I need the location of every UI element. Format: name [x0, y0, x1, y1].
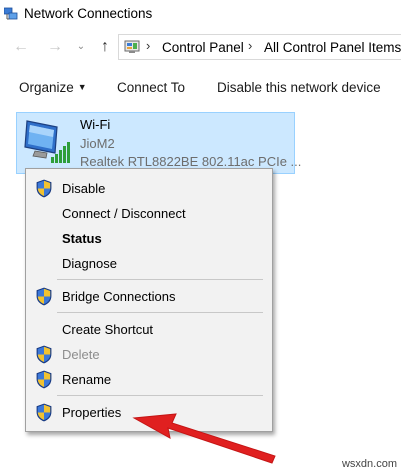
- menu-separator: [57, 279, 263, 280]
- menu-item-disable[interactable]: Disable: [28, 176, 270, 200]
- command-bar: Organize ▼ Connect To Disable this networ…: [0, 72, 401, 104]
- context-menu: Disable Connect / Disconnect Status Diag…: [25, 168, 273, 432]
- wifi-connection-item[interactable]: Wi-Fi JioM2 Realtek RTL8822BE 802.11ac P…: [16, 112, 301, 174]
- breadcrumb-separator-icon: ›: [146, 38, 151, 53]
- uac-shield-icon: [36, 370, 52, 389]
- network-connections-icon: [4, 7, 18, 20]
- menu-item-create-shortcut[interactable]: Create Shortcut: [28, 317, 270, 341]
- menu-item-properties[interactable]: Properties: [28, 400, 270, 424]
- menu-item-label: Status: [62, 231, 102, 246]
- menu-separator: [57, 395, 263, 396]
- menu-item-label: Create Shortcut: [62, 322, 154, 337]
- breadcrumb-control-panel[interactable]: Control Panel: [162, 40, 244, 55]
- address-box[interactable]: › Control Panel › All Control Panel Item…: [118, 34, 401, 60]
- connection-ssid: JioM2: [80, 136, 115, 151]
- recent-locations-chevron-icon[interactable]: ⌄: [70, 36, 92, 58]
- control-panel-icon: [124, 40, 140, 53]
- menu-item-label: Connect / Disconnect: [62, 206, 186, 221]
- forward-arrow-icon[interactable]: →: [44, 36, 66, 58]
- dropdown-caret-icon: ▼: [77, 82, 87, 92]
- uac-shield-icon: [36, 287, 52, 306]
- uac-shield-icon: [36, 403, 52, 422]
- breadcrumb-separator-icon: ›: [248, 38, 253, 53]
- menu-separator: [57, 312, 263, 313]
- uac-shield-icon: [36, 345, 52, 364]
- watermark: wsxdn.com: [341, 458, 397, 470]
- menu-item-label: Rename: [62, 372, 112, 387]
- breadcrumb-all-items[interactable]: All Control Panel Items: [264, 40, 401, 55]
- menu-item-label: Delete: [62, 347, 100, 362]
- connect-to-button[interactable]: Connect To: [117, 80, 185, 95]
- organize-button[interactable]: Organize ▼: [19, 80, 87, 95]
- connection-device: Realtek RTL8822BE 802.11ac PCIe ...: [80, 154, 302, 169]
- up-arrow-icon[interactable]: ↑: [94, 36, 116, 58]
- title-bar: Network Connections: [0, 0, 401, 30]
- connection-name: Wi-Fi: [80, 117, 111, 132]
- menu-item-bridge-connections[interactable]: Bridge Connections: [28, 284, 270, 308]
- address-bar: ← → ⌄ ↑ › Control Panel › All Control Pa…: [0, 32, 401, 62]
- menu-item-label: Disable: [62, 181, 106, 196]
- disable-device-button[interactable]: Disable this network device: [217, 80, 381, 95]
- window-title: Network Connections: [24, 6, 153, 21]
- menu-item-delete: Delete: [28, 342, 270, 366]
- menu-item-rename[interactable]: Rename: [28, 367, 270, 391]
- back-arrow-icon[interactable]: ←: [10, 36, 32, 58]
- uac-shield-icon: [36, 179, 52, 198]
- menu-item-label: Bridge Connections: [62, 289, 176, 304]
- menu-item-connect-disconnect[interactable]: Connect / Disconnect: [28, 201, 270, 225]
- menu-item-label: Diagnose: [62, 256, 117, 271]
- wifi-adapter-icon: [24, 120, 70, 163]
- menu-item-label: Properties: [62, 405, 122, 420]
- menu-item-status[interactable]: Status: [28, 226, 270, 250]
- menu-item-diagnose[interactable]: Diagnose: [28, 251, 270, 275]
- organize-label: Organize: [19, 80, 74, 95]
